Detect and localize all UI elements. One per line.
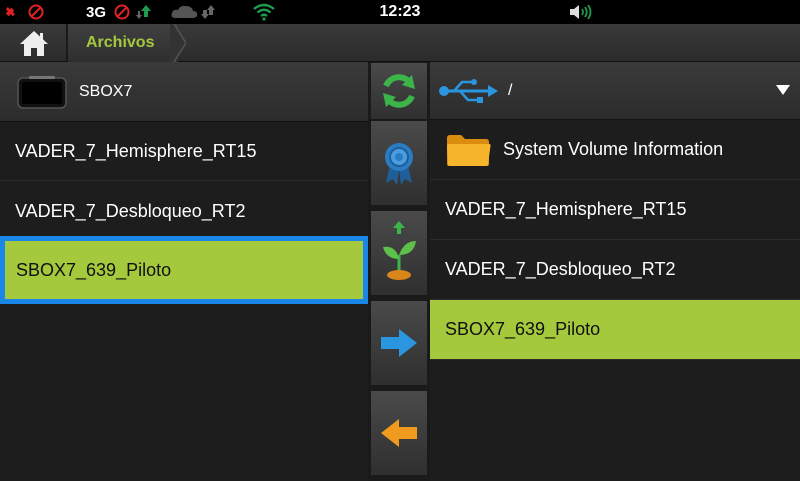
back-left-arrow-icon [381,419,417,447]
settings-badge-icon [385,143,413,185]
gps-off-icon [4,0,46,24]
cloud-sync-icon [170,0,222,24]
copy-right-arrow-icon [381,329,417,357]
current-path: / [508,81,513,99]
right-file-row[interactable]: VADER_7_Desbloqueo_RT2 [430,240,800,300]
home-button[interactable] [10,26,58,60]
right-file-row[interactable]: VADER_7_Hemisphere_RT15 [430,180,800,240]
network-type: 3G [86,3,107,21]
breadcrumb-item-archivos[interactable]: Archivos [68,24,178,62]
clock: 12:23 [379,3,421,20]
folder-name: System Volume Information [503,139,724,159]
right-file-row-selected[interactable]: SBOX7_639_Piloto [430,300,800,360]
usb-icon [439,78,498,103]
file-name: VADER_7_Desbloqueo_RT2 [445,259,676,279]
breadcrumb: Archivos [0,24,800,62]
wifi-icon [252,0,276,24]
folder-icon [447,134,491,166]
left-file-row[interactable]: VADER_7_Hemisphere_RT15 [0,122,368,181]
file-name: SBOX7_639_Piloto [16,259,172,280]
action-toolbar [368,62,430,481]
left-file-panel: SBOX7 VADER_7_Hemisphere_RT15 VADER_7_De… [0,62,368,481]
refresh-icon [383,74,415,108]
tablet-device-icon [17,75,67,109]
device-name: SBOX7 [79,82,133,100]
right-folder-row[interactable]: System Volume Information [430,120,800,180]
status-bar: 3G 12:23 [0,0,800,24]
breadcrumb-label: Archivos [86,34,155,51]
left-file-row-selected[interactable]: SBOX7_639_Piloto [0,236,368,304]
left-file-row[interactable]: VADER_7_Desbloqueo_RT2 [0,182,368,241]
refresh-button[interactable] [370,62,428,120]
usb-path-header[interactable]: / [430,62,800,120]
back-left-button[interactable] [370,390,428,476]
volume-icon [568,0,594,24]
copy-right-button[interactable] [370,300,428,386]
upgrade-button[interactable] [370,210,428,296]
settings-button[interactable] [370,120,428,206]
device-header[interactable]: SBOX7 [0,62,368,122]
file-name: SBOX7_639_Piloto [445,319,601,339]
breadcrumb-chevron-icon [170,24,186,62]
upgrade-plant-icon [383,221,416,280]
file-name: VADER_7_Hemisphere_RT15 [15,140,257,161]
dropdown-arrow-icon[interactable] [776,85,790,95]
signal-off-icon [112,0,156,24]
file-name: VADER_7_Hemisphere_RT15 [445,199,687,219]
file-name: VADER_7_Desbloqueo_RT2 [15,200,246,221]
home-icon [20,31,48,56]
right-file-panel: / System Volume Information VADER_7_Hemi… [430,62,800,481]
